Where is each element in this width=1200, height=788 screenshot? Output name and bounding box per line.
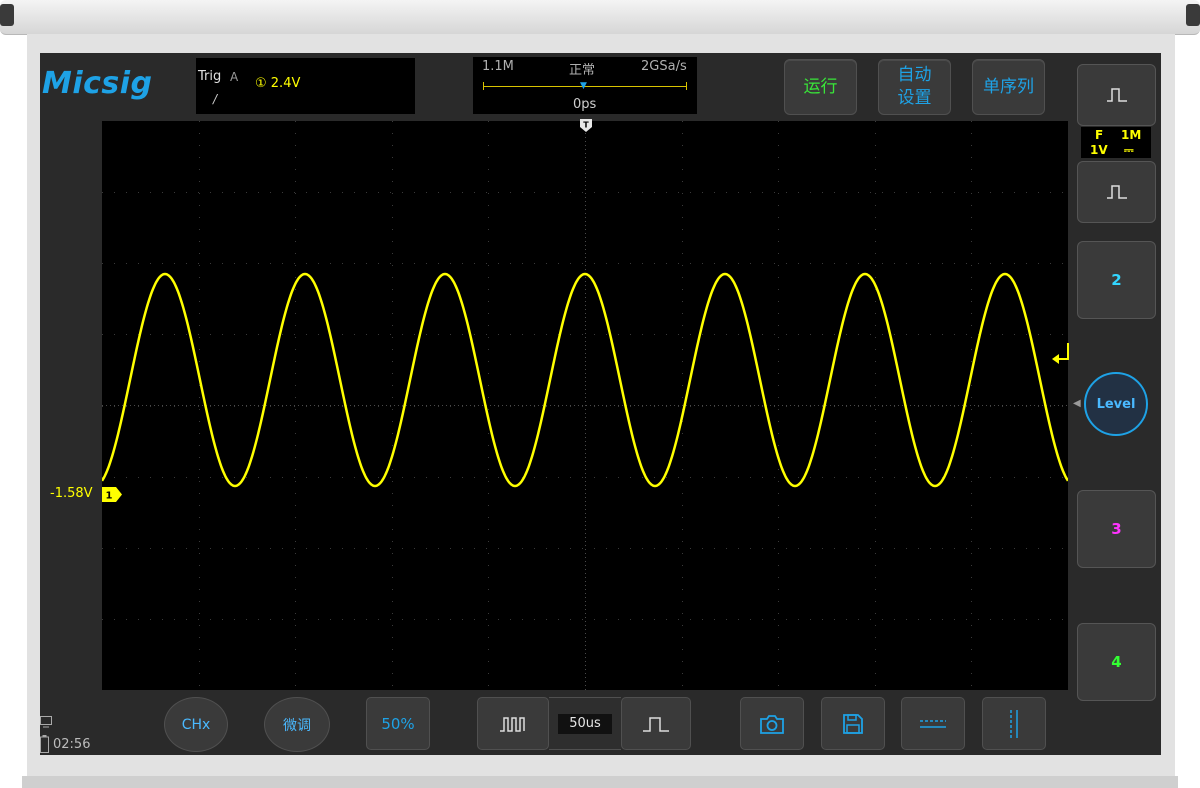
channel-x-button[interactable]: CHx xyxy=(164,697,228,752)
compress-wave-icon xyxy=(500,716,525,732)
sample-rate: 2GSa/s xyxy=(641,59,687,74)
channel4-button[interactable]: 4 xyxy=(1077,623,1156,701)
channel1-select-button[interactable] xyxy=(1077,64,1156,126)
memory-position-marker-icon: ▼ xyxy=(580,81,587,91)
channel1-offset-label: -1.58V xyxy=(50,486,93,501)
battery-icon xyxy=(40,735,49,753)
channel1-marker[interactable]: 1 xyxy=(102,487,122,502)
level-pointer-icon: ◀ xyxy=(1073,398,1081,409)
clock-time: 02:56 xyxy=(53,737,91,752)
trigger-edge-icon: / xyxy=(213,92,218,106)
trigger-level-arrow-icon[interactable] xyxy=(1052,343,1070,369)
trigger-source: A xyxy=(230,70,239,84)
channel1-menu-button[interactable] xyxy=(1077,161,1156,223)
vertical-scale-label: 1V xyxy=(1090,143,1108,157)
projector-roller xyxy=(0,0,1200,35)
expand-wave-icon xyxy=(643,716,669,732)
screen-bottom-bar xyxy=(22,776,1178,788)
square-wave-icon xyxy=(1106,185,1127,199)
square-wave-icon xyxy=(1106,88,1127,102)
dc-coupling-icon: ⎓ xyxy=(1124,143,1134,157)
timebase-slower-button[interactable] xyxy=(621,697,691,750)
trigger-info-panel[interactable] xyxy=(196,58,415,114)
fine-adjust-button[interactable]: 微调 xyxy=(264,697,330,752)
acquisition-mode: 正常 xyxy=(569,63,596,78)
auto-setup-label-2: 设置 xyxy=(897,88,932,108)
run-stop-button[interactable]: 运行 xyxy=(784,59,857,115)
trigger-position-icon[interactable]: T xyxy=(580,119,592,132)
vertical-cursor-button[interactable] xyxy=(982,697,1046,750)
brand-logo: Micsig xyxy=(42,66,153,101)
horizontal-cursors-icon xyxy=(920,719,946,728)
vertical-cursors-icon xyxy=(1010,709,1018,738)
channel3-button[interactable]: 3 xyxy=(1077,490,1156,568)
trigger-50-percent-button[interactable]: 50% xyxy=(366,697,430,750)
trigger-label: Trig xyxy=(198,69,222,84)
timebase-faster-button[interactable] xyxy=(477,697,549,750)
roller-end-right xyxy=(1186,4,1200,26)
waveform-grid[interactable] xyxy=(102,121,1068,690)
channel1-marker-label: 1 xyxy=(106,491,113,502)
trigger-position-label: T xyxy=(583,121,589,130)
auto-setup-label-1: 自动 xyxy=(897,65,932,85)
save-icon xyxy=(843,713,863,734)
timebase-value: 50us xyxy=(558,714,612,734)
memory-bar-end xyxy=(686,82,687,90)
screenshot-button[interactable] xyxy=(740,697,804,750)
auto-setup-button[interactable]: 自动 设置 xyxy=(878,59,951,115)
timebase-display: 50us xyxy=(549,697,621,750)
single-sequence-button[interactable]: 单序列 xyxy=(972,59,1045,115)
horizontal-cursor-button[interactable] xyxy=(901,697,965,750)
display-icon xyxy=(40,716,52,728)
trigger-level-knob[interactable]: Level xyxy=(1084,372,1148,436)
impedance-label: 1M xyxy=(1121,128,1142,142)
channel2-button[interactable]: 2 xyxy=(1077,241,1156,319)
roller-end-left xyxy=(0,4,14,26)
horizontal-position: 0ps xyxy=(573,97,597,112)
channel1-settings-info[interactable]: F 1M 1V ⎓ xyxy=(1081,127,1151,158)
trigger-level: ① 2.4V xyxy=(255,76,301,91)
memory-depth: 1.1M xyxy=(482,59,514,74)
coupling-label: F xyxy=(1095,128,1104,142)
camera-icon xyxy=(760,714,784,734)
memory-bar-start xyxy=(483,82,484,90)
save-button[interactable] xyxy=(821,697,885,750)
